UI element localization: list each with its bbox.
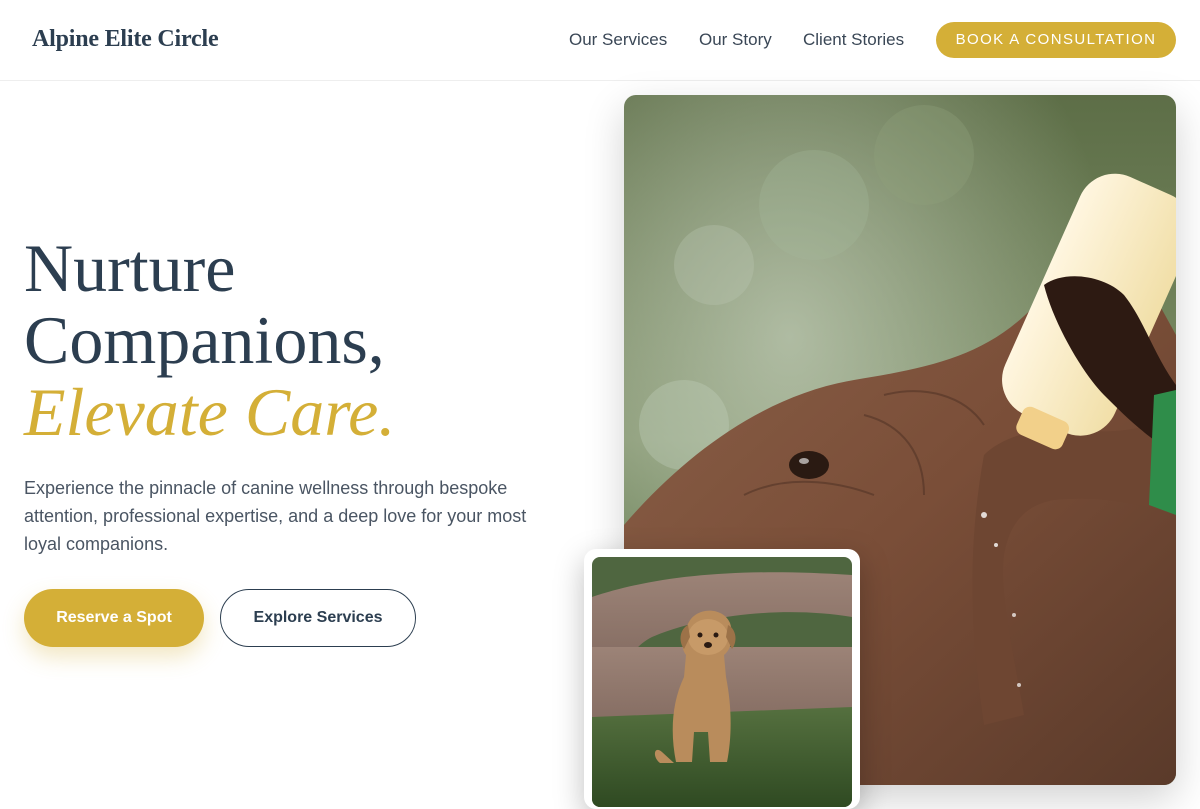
nav-our-services[interactable]: Our Services xyxy=(569,30,667,50)
secondary-image-frame xyxy=(584,549,860,809)
secondary-image-dog xyxy=(592,557,852,807)
hero-title-accent: Elevate Care. xyxy=(24,374,396,450)
nav-our-story[interactable]: Our Story xyxy=(699,30,772,50)
hero-title: Nurture Companions, Elevate Care. xyxy=(24,232,584,448)
hero-title-line-1: Nurture xyxy=(24,230,236,306)
explore-services-button[interactable]: Explore Services xyxy=(220,589,416,647)
nav-client-stories[interactable]: Client Stories xyxy=(803,30,904,50)
brand-logo[interactable]: Alpine Elite Circle xyxy=(32,26,219,53)
site-header: Alpine Elite Circle Our Services Our Sto… xyxy=(0,0,1200,81)
hero-title-line-2: Companions, xyxy=(24,302,385,378)
hero-description: Experience the pinnacle of canine wellne… xyxy=(24,478,527,554)
reserve-spot-button[interactable]: Reserve a Spot xyxy=(24,589,204,647)
book-consultation-button[interactable]: BOOK A CONSULTATION xyxy=(936,22,1176,58)
